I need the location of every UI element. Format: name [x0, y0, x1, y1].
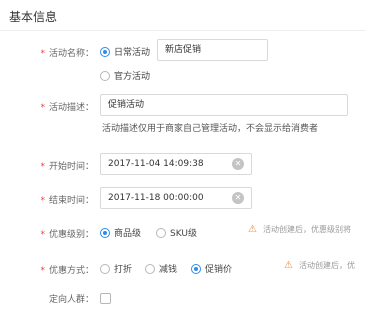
radio-discount-reduce[interactable]: 减钱 [145, 262, 177, 275]
start-time-input[interactable]: 2017-11-04 14:09:38 [100, 153, 252, 175]
required-mark: * [40, 49, 45, 59]
radio-promo-price[interactable]: 促销价 [191, 262, 232, 275]
discount-method-label: * 优惠方式： [40, 266, 94, 276]
clear-end-time-icon[interactable]: ✕ [232, 192, 244, 204]
required-mark: * [40, 196, 45, 206]
radio-circle[interactable] [156, 227, 166, 238]
required-mark: * [40, 162, 45, 172]
section-divider [0, 30, 366, 31]
discount-level-warning: ⚠ 活动创建后，优惠级别将 [248, 224, 351, 235]
radio-circle[interactable] [100, 227, 110, 238]
discount-level-label: * 优惠级别： [40, 230, 94, 240]
target-audience-label: 定向人群： [48, 295, 94, 305]
required-mark: * [40, 230, 45, 240]
end-time-input[interactable]: 2017-11-18 00:00:00 [100, 187, 252, 209]
required-mark: * [40, 266, 45, 276]
radio-circle[interactable] [100, 46, 110, 57]
start-time-label: * 开始时间： [40, 162, 94, 172]
end-time-label: * 结束时间： [40, 196, 94, 206]
activity-desc-input[interactable]: 促销活动 [100, 94, 348, 116]
radio-circle[interactable] [100, 263, 110, 274]
radio-official-activity[interactable]: 官方活动 [100, 69, 150, 82]
activity-desc-label: * 活动描述： [40, 103, 94, 113]
radio-circle[interactable] [145, 263, 155, 274]
activity-name-input[interactable]: 新店促销 [157, 39, 268, 61]
radio-circle[interactable] [100, 70, 110, 81]
warning-triangle-icon: ⚠ [284, 260, 293, 271]
radio-product-level[interactable]: 商品级 [100, 226, 141, 239]
target-audience-checkbox[interactable] [100, 293, 111, 304]
clear-start-time-icon[interactable]: ✕ [232, 158, 244, 170]
discount-method-warning: ⚠ 活动创建后，优 [284, 260, 355, 271]
radio-sku-level[interactable]: SKU级 [156, 226, 197, 239]
required-mark: * [40, 103, 45, 113]
radio-circle[interactable] [191, 263, 201, 274]
radio-discount-percent[interactable]: 打折 [100, 262, 132, 275]
section-title: 基本信息 [9, 10, 58, 24]
warning-triangle-icon: ⚠ [248, 224, 257, 235]
activity-name-label: * 活动名称： [40, 49, 94, 59]
radio-daily-activity[interactable]: 日常活动 [100, 45, 150, 58]
activity-desc-hint: 活动描述仅用于商家自己管理活动，不会显示给消费者 [102, 124, 319, 134]
